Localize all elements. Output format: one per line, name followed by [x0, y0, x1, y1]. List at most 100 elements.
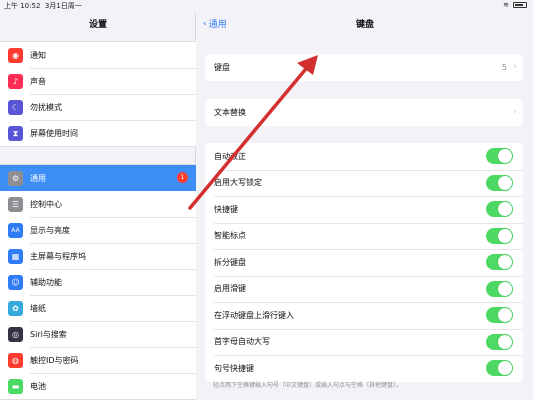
toggle-switch[interactable] [486, 333, 513, 350]
sidebar-item-label: 墙纸 [30, 303, 46, 313]
toggle-switch[interactable] [486, 227, 513, 244]
toggle-switch[interactable] [486, 280, 513, 297]
notification-badge: 1 [177, 172, 188, 183]
toggle-row: 智能标点 [205, 222, 523, 250]
text-replacement-card: 文本替换 › [205, 99, 523, 126]
sidebar-item[interactable]: AA 显示与亮度 [0, 217, 196, 243]
toggle-knob [498, 308, 512, 322]
siri-icon: ◎ [8, 327, 23, 342]
toggle-label: 启用滑键 [214, 284, 246, 294]
text-size-icon: AA [8, 223, 23, 238]
toggle-label: 首字母自动大写 [214, 337, 270, 347]
toggle-knob [498, 334, 512, 349]
sidebar-item-label: 声音 [30, 76, 46, 86]
moon-icon: ☾ [8, 100, 23, 115]
toggle-row: 首字母自动大写 [205, 328, 523, 356]
toggle-switch[interactable] [486, 201, 513, 217]
toggle-row: 句号快捷键 [205, 355, 523, 382]
sidebar-item-label: 主屏幕与程序坞 [30, 251, 86, 261]
keyboard-toggles-card: 自动改正启用大写锁定 快捷键智能标点拆分键盘启用滑键在浮动键盘上滑行键入 首字母自动… [205, 143, 523, 382]
sidebar-item-label: 通用 [30, 173, 46, 183]
switches-icon: ☰ [8, 197, 23, 212]
toggle-switch[interactable] [486, 360, 513, 376]
sidebar-item-label: Siri与搜索 [30, 329, 67, 339]
sidebar-group-2: ⚙ 通用 1 ☰ 控制中心 AA 显示与亮度 ▦ 主屏幕与程序坞 ☺ 辅助功能 ✿ 墙纸 ◎ Siri与搜索… [0, 164, 196, 400]
sidebar-item[interactable]: ◉ 通知 [0, 42, 196, 68]
keyboards-row-label: 键盘 [214, 62, 230, 72]
sidebar-item[interactable]: ⚙ 通用 1 [0, 165, 196, 191]
toggle-label: 启用大写锁定 [214, 178, 262, 188]
toggle-row: 在浮动键盘上滑行键入 [205, 302, 523, 329]
keyboards-count: 5 [501, 62, 507, 72]
bell-icon: ◉ [8, 48, 23, 63]
toggle-switch[interactable] [486, 174, 513, 191]
toggle-label: 自动改正 [214, 151, 246, 161]
toggle-row: 启用滑键 [205, 275, 523, 303]
toggle-row: 启用大写锁定 [205, 169, 523, 197]
status-time: 上午 10:52 3月1日周一 [4, 1, 82, 11]
sidebar-item-label: 通知 [30, 50, 46, 60]
battery-status-icon [513, 2, 527, 8]
speaker-icon: ♪ [8, 74, 23, 89]
toggle-knob [498, 202, 512, 216]
status-right: ≋ [503, 1, 527, 9]
status-time-text: 上午 10:52 [4, 2, 41, 10]
status-date-text: 3月1日周一 [44, 2, 82, 10]
toggle-row: 拆分键盘 [205, 249, 523, 276]
keyboards-card: 键盘 5 › [205, 54, 523, 81]
toggle-switch[interactable] [486, 148, 513, 164]
toggle-knob [498, 228, 512, 243]
chevron-right-icon: › [513, 107, 517, 118]
status-bar: 上午 10:52 3月1日周一 ≋ [0, 0, 533, 12]
toggle-row: 快捷键 [205, 196, 523, 223]
accessibility-icon: ☺ [8, 275, 23, 290]
sidebar-item-label: 电池 [30, 381, 46, 391]
sidebar-item-label: 控制中心 [30, 199, 62, 209]
grid-icon: ▦ [8, 249, 23, 264]
sidebar-item[interactable]: ☰ 控制中心 [0, 191, 196, 217]
sidebar-item[interactable]: ▦ 主屏幕与程序坞 [0, 243, 196, 269]
sidebar-item[interactable]: ☾ 勿扰模式 [0, 94, 196, 120]
fingerprint-icon: ◍ [8, 353, 23, 368]
keyboards-row[interactable]: 键盘 5 › [205, 54, 523, 81]
toggle-knob [498, 281, 512, 296]
sidebar-item-label: 显示与亮度 [30, 225, 70, 235]
toggle-knob [498, 255, 512, 269]
wifi-icon: ≋ [503, 1, 509, 9]
sidebar-item-label: 触控ID与密码 [30, 355, 79, 365]
toggle-label: 拆分键盘 [214, 257, 246, 267]
sidebar-group-1: ◉ 通知 ♪ 声音 ☾ 勿扰模式 ⧗ 屏幕使用时间 [0, 41, 196, 147]
gear-icon: ⚙ [8, 171, 23, 186]
text-replacement-label: 文本替换 [214, 107, 246, 117]
sidebar-item-label: 辅助功能 [30, 277, 62, 287]
toggle-label: 快捷键 [214, 204, 238, 214]
sidebar-item[interactable]: ✿ 墙纸 [0, 295, 196, 321]
keyboard-settings-pane: ‹ 通用 键盘 键盘 5 › 文本替换 › 自动改正 启用大写锁定 快捷键 智能标点拆… [197, 12, 533, 400]
text-replacement-row[interactable]: 文本替换 › [205, 99, 523, 126]
footnote: 轻点两下空格键插入句号（中文键盘）或插入句点与空格（其他键盘）。 [213, 382, 403, 389]
sidebar-item-label: 勿扰模式 [30, 102, 62, 112]
sidebar-item[interactable]: ◍ 触控ID与密码 [0, 347, 196, 373]
hourglass-icon: ⧗ [8, 126, 23, 141]
toggle-switch[interactable] [486, 307, 513, 323]
toggle-knob [498, 361, 512, 375]
battery-icon: ▬ [8, 379, 23, 394]
chevron-right-icon: › [513, 62, 517, 73]
toggle-label: 句号快捷键 [214, 363, 254, 373]
toggle-label: 在浮动键盘上滑行键入 [214, 310, 294, 320]
toggle-switch[interactable] [486, 254, 513, 270]
sidebar-title: 设置 [88, 20, 107, 30]
toggle-knob [498, 175, 512, 190]
sidebar-item[interactable]: ☺ 辅助功能 [0, 269, 196, 295]
sidebar-item[interactable]: ▬ 电池 [0, 373, 196, 399]
page-title: 键盘 [355, 20, 374, 30]
toggle-label: 智能标点 [214, 231, 246, 241]
sidebar-item[interactable]: ◎ Siri与搜索 [0, 321, 196, 347]
sidebar-item[interactable]: ⧗ 屏幕使用时间 [0, 120, 196, 146]
sidebar-item[interactable]: ♪ 声音 [0, 68, 196, 94]
toggle-knob [498, 149, 512, 163]
sidebar-item-label: 屏幕使用时间 [30, 128, 78, 138]
flower-icon: ✿ [8, 301, 23, 316]
toggle-row: 自动改正 [205, 143, 523, 170]
settings-sidebar: 设置 ◉ 通知 ♪ 声音 ☾ 勿扰模式 ⧗ 屏幕使用时间 ⚙ 通用 1 ☰ 控制中心 AA 显示与亮度 ▦ 主… [0, 12, 196, 400]
